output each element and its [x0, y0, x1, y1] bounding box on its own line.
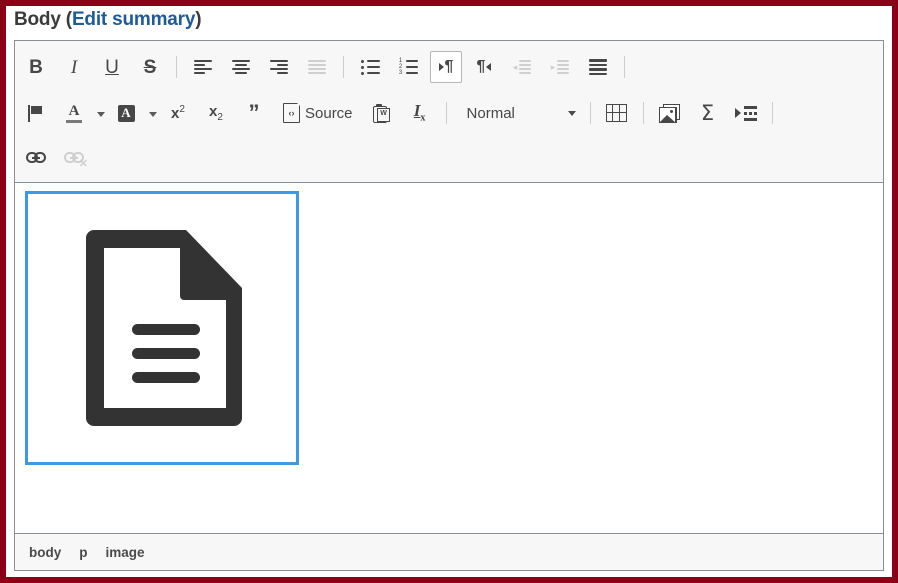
background-color-dropdown[interactable] [145, 97, 159, 129]
decrease-indent-button[interactable]: ◂ [506, 51, 538, 83]
field-label-text: Body [14, 9, 61, 30]
chevron-down-icon [568, 111, 576, 116]
numbered-list-button[interactable]: 1 2 3 [392, 51, 424, 83]
subscript-icon: x2 [209, 104, 223, 123]
elements-path-item-p[interactable]: p [79, 545, 87, 560]
paste-from-word-button[interactable]: W [366, 97, 398, 129]
table-icon [606, 104, 627, 122]
elements-path-item-image[interactable]: image [106, 545, 145, 560]
strikethrough-icon: S [144, 58, 157, 77]
source-button-label: Source [305, 105, 353, 122]
toolbar-row-2: A A x2 x [17, 90, 881, 136]
image-icon [659, 104, 680, 123]
numbered-list-icon: 1 2 3 [399, 60, 418, 75]
close-paren: ) [195, 9, 201, 30]
increase-indent-icon: ▸ [551, 60, 570, 74]
bold-icon: B [29, 58, 43, 77]
image-button[interactable] [654, 97, 686, 129]
text-direction-rtl-button[interactable]: ¶ [468, 51, 500, 83]
paragraph-format-select[interactable]: Normal [458, 98, 583, 128]
bold-button[interactable]: B [20, 51, 52, 83]
chevron-down-icon [149, 112, 157, 117]
bulleted-list-button[interactable] [354, 51, 386, 83]
source-button[interactable]: ‹› Source [276, 97, 360, 129]
text-direction-ltr-icon: ¶ [439, 58, 454, 76]
text-direction-ltr-button[interactable]: ¶ [430, 51, 462, 83]
block-quote-icon [589, 59, 607, 75]
decrease-indent-icon: ◂ [513, 60, 532, 74]
document-file-icon [74, 230, 250, 426]
toolbar-separator [624, 56, 625, 78]
document-file-icon-image[interactable] [25, 191, 299, 465]
bulleted-list-icon [361, 60, 380, 75]
remove-format-icon: Ix [414, 102, 426, 123]
remove-format-button[interactable]: Ix [404, 97, 436, 129]
background-color-button[interactable]: A [110, 97, 142, 129]
editor-page: Body (Edit summary) B I U [0, 0, 898, 583]
text-direction-rtl-icon: ¶ [477, 58, 492, 76]
italic-button[interactable]: I [58, 51, 90, 83]
align-right-icon [270, 60, 288, 74]
editor-toolbar: B I U S [15, 41, 883, 183]
toolbar-separator [643, 102, 644, 124]
subscript-button[interactable]: x2 [200, 97, 232, 129]
quote-button[interactable]: ” [238, 97, 270, 129]
unlink-icon: ✕ [64, 152, 84, 164]
toolbar-row-3: ✕ [17, 136, 881, 180]
language-flag-button[interactable] [20, 97, 52, 129]
toolbar-group-paragraph: 1 2 3 ¶ ¶ ◂ [351, 51, 617, 83]
toolbar-separator [343, 56, 344, 78]
superscript-button[interactable]: x2 [162, 97, 194, 129]
unlink-button[interactable]: ✕ [58, 142, 90, 174]
text-color-dropdown[interactable] [93, 97, 107, 129]
text-color-button[interactable]: A [58, 97, 90, 129]
paste-from-word-icon: W [373, 104, 390, 122]
link-button[interactable] [20, 142, 52, 174]
text-color-icon: A [66, 104, 82, 123]
insert-template-button[interactable] [730, 97, 762, 129]
edit-summary-link[interactable]: Edit summary [72, 9, 195, 30]
align-right-button[interactable] [263, 51, 295, 83]
quote-icon: ” [249, 106, 260, 119]
underline-button[interactable]: U [96, 51, 128, 83]
strikethrough-button[interactable]: S [134, 51, 166, 83]
elements-path: body p image [15, 533, 883, 570]
superscript-icon: x2 [171, 105, 185, 121]
table-button[interactable] [601, 97, 633, 129]
align-center-icon [232, 60, 250, 74]
language-flag-icon [28, 105, 44, 122]
align-left-icon [194, 60, 212, 74]
insert-template-icon [735, 106, 757, 121]
align-center-button[interactable] [225, 51, 257, 83]
align-left-button[interactable] [187, 51, 219, 83]
increase-indent-button[interactable]: ▸ [544, 51, 576, 83]
toolbar-separator [446, 102, 447, 124]
toolbar-group-align [184, 51, 336, 83]
math-formula-icon: Σ [701, 103, 714, 124]
elements-path-item-body[interactable]: body [29, 545, 61, 560]
block-quote-button[interactable] [582, 51, 614, 83]
editor-content-area[interactable] [15, 183, 883, 533]
paragraph-format-value: Normal [467, 105, 515, 122]
justify-icon [308, 60, 326, 74]
chevron-down-icon [97, 112, 105, 117]
background-color-icon: A [118, 105, 135, 122]
italic-icon: I [71, 58, 77, 77]
toolbar-separator [772, 102, 773, 124]
math-formula-button[interactable]: Σ [692, 97, 724, 129]
toolbar-separator [590, 102, 591, 124]
link-icon [26, 152, 46, 164]
page-title: Body (Edit summary) [14, 9, 201, 31]
toolbar-group-basicstyles: B I U S [17, 51, 169, 83]
underline-icon: U [105, 58, 119, 77]
source-code-icon: ‹› [283, 103, 300, 123]
justify-button[interactable] [301, 51, 333, 83]
ckeditor-frame: B I U S [14, 40, 884, 571]
toolbar-separator [176, 56, 177, 78]
toolbar-row-1: B I U S [17, 44, 881, 90]
